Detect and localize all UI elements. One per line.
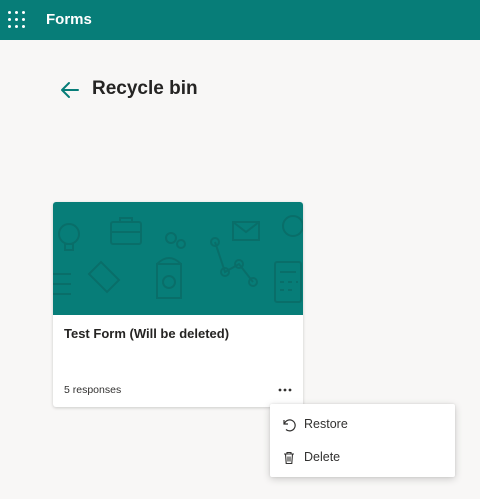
trash-icon bbox=[282, 451, 296, 465]
back-arrow-icon[interactable] bbox=[60, 80, 80, 100]
card-banner bbox=[53, 202, 303, 315]
restore-label: Restore bbox=[304, 417, 348, 431]
waffle-icon[interactable] bbox=[8, 11, 26, 29]
ellipsis-icon bbox=[278, 388, 292, 392]
delete-label: Delete bbox=[304, 450, 341, 464]
more-options-button[interactable] bbox=[275, 380, 295, 400]
card-responses: 5 responses bbox=[64, 384, 122, 396]
app-name[interactable]: Forms bbox=[46, 11, 92, 28]
delete-menu-item[interactable]: Delete bbox=[270, 442, 455, 474]
banner-pattern bbox=[53, 215, 303, 303]
context-menu: Restore Delete bbox=[270, 404, 455, 477]
form-card[interactable]: Test Form (Will be deleted) 5 responses bbox=[53, 202, 303, 407]
card-title[interactable]: Test Form (Will be deleted) bbox=[64, 326, 229, 341]
page-title: Recycle bin bbox=[92, 78, 198, 99]
top-bar: Forms bbox=[0, 0, 480, 40]
restore-menu-item[interactable]: Restore bbox=[270, 409, 455, 441]
undo-icon bbox=[282, 418, 296, 432]
